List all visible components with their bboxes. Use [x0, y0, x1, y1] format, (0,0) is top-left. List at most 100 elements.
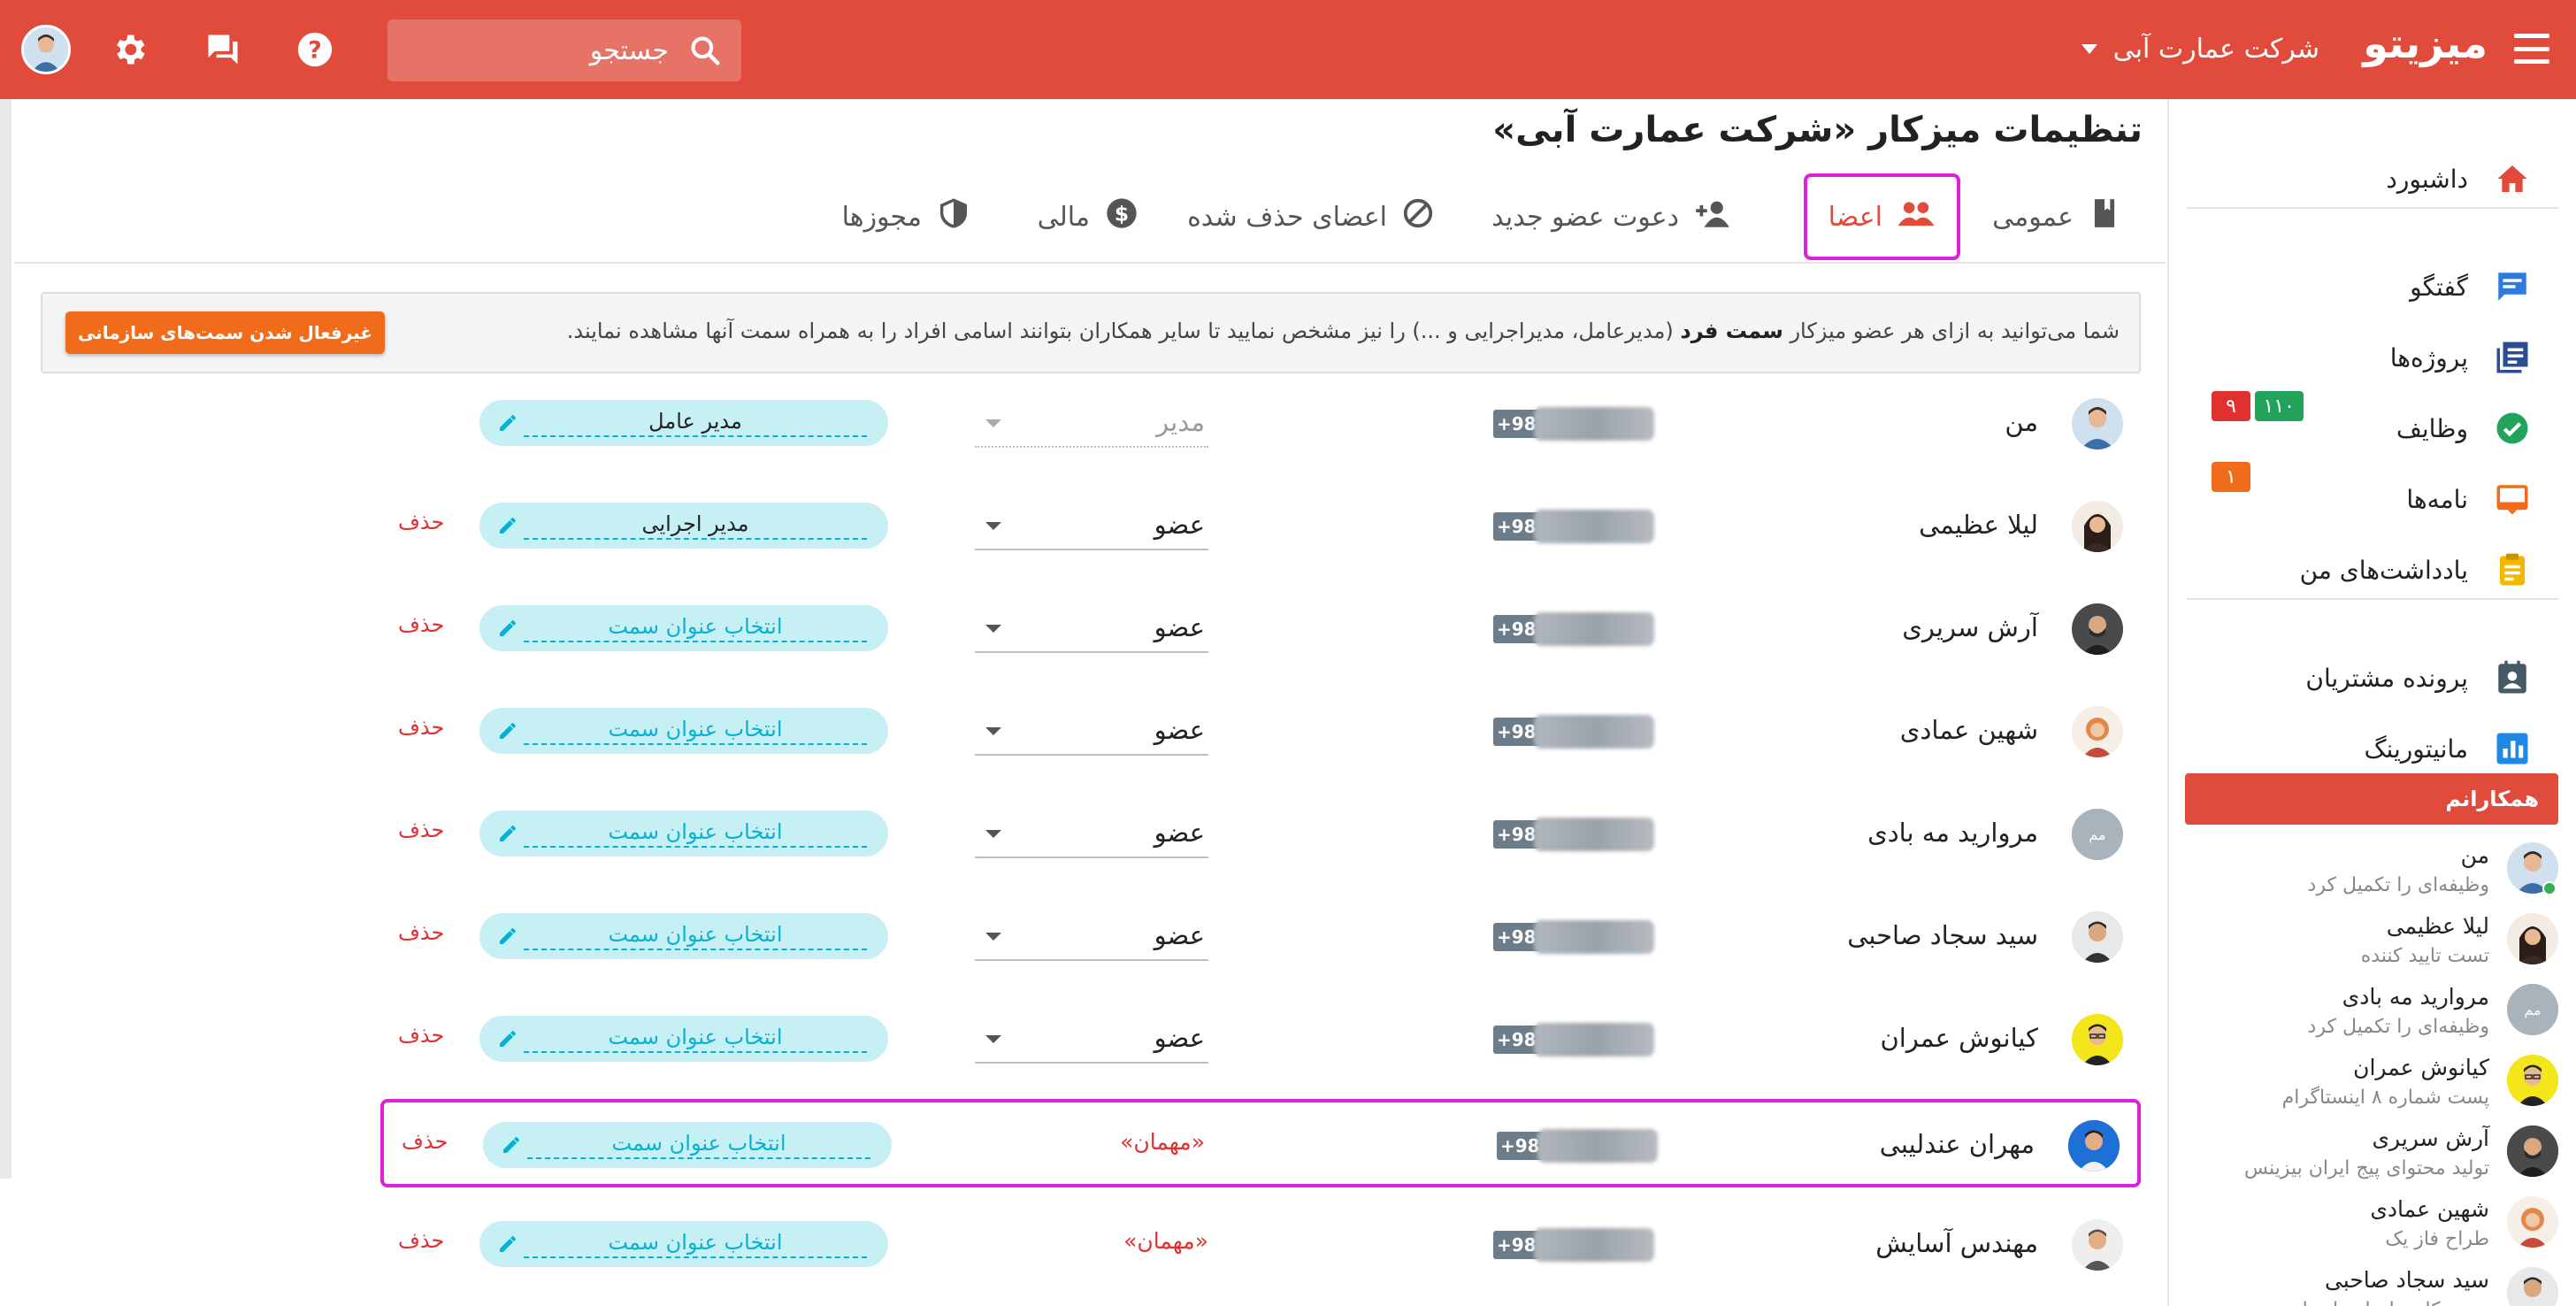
pencil-icon[interactable] — [497, 515, 518, 536]
delete-member-link[interactable]: حذف — [398, 1228, 444, 1253]
role-select[interactable]: عضو — [975, 503, 1208, 550]
member-row: شهین عمادی +98 عضو انتخاب عنوان سمت حذف — [380, 688, 2141, 777]
svg-text:?: ? — [308, 37, 322, 65]
tab-invite-member[interactable]: دعوت عضو جدید — [1470, 173, 1753, 260]
role-select[interactable]: عضو — [975, 605, 1208, 653]
position-field[interactable]: انتخاب عنوان سمت — [479, 1221, 888, 1267]
colleague-item[interactable]: شهین عمادی طراح فاز یک — [2187, 1187, 2558, 1258]
member-avatar — [2072, 1219, 2123, 1271]
pencil-icon[interactable] — [497, 412, 518, 434]
member-phone: +98 — [1493, 612, 1654, 646]
chevron-down-icon — [985, 727, 1001, 735]
info-notice: شما می‌توانید به ازای هر عضو میزکار سمت … — [41, 292, 2141, 373]
delete-member-link[interactable]: حذف — [402, 1129, 448, 1154]
member-row: مهندس آسایش +98 «مهمان» انتخاب عنوان سمت… — [380, 1202, 2141, 1290]
sidebar-item-chat[interactable]: گفتگو — [2410, 260, 2532, 313]
pencil-icon[interactable] — [497, 1028, 518, 1049]
sidebar-item-monitoring[interactable]: مانیتورینگ — [2364, 722, 2532, 775]
position-field[interactable]: مدیر عامل — [479, 400, 888, 446]
search-box[interactable] — [387, 19, 741, 81]
position-field[interactable]: مدیر اجرایی — [479, 503, 888, 549]
member-phone: +98 — [1493, 1228, 1654, 1262]
sidebar-item-projects[interactable]: پروژه‌ها — [2390, 331, 2532, 384]
colleague-item[interactable]: من وظیفه‌ای را تکمیل کرد — [2187, 834, 2558, 904]
sidebar-item-customers[interactable]: پرونده مشتریان — [2305, 651, 2532, 704]
delete-member-link[interactable]: حذف — [398, 510, 444, 534]
member-avatar — [2072, 1014, 2123, 1065]
member-name: شهین عمادی — [1899, 715, 2038, 745]
sidebar-divider — [2187, 598, 2558, 600]
pencil-icon[interactable] — [497, 823, 518, 844]
user-avatar[interactable] — [21, 25, 71, 74]
sidebar-item-notes[interactable]: یادداشت‌های من — [2300, 543, 2532, 596]
member-row: آرش سریری +98 عضو انتخاب عنوان سمت حذف — [380, 586, 2141, 674]
position-field[interactable]: انتخاب عنوان سمت — [479, 913, 888, 959]
position-field[interactable]: انتخاب عنوان سمت — [483, 1122, 892, 1168]
search-input[interactable] — [412, 28, 669, 73]
delete-member-link[interactable]: حذف — [398, 715, 444, 740]
tab-removed-members[interactable]: اعضای حذف شده — [1166, 173, 1456, 260]
colleague-item[interactable]: سید سجاد صاحبی هزینه کاری انجام داده است — [2187, 1258, 2558, 1306]
role-select[interactable]: عضو — [975, 1016, 1208, 1064]
pencil-icon[interactable] — [501, 1134, 522, 1156]
member-avatar — [2072, 911, 2123, 963]
position-field[interactable]: انتخاب عنوان سمت — [479, 1016, 888, 1062]
sidebar-item-tasks[interactable]: وظایف — [2396, 402, 2532, 455]
colleague-item[interactable]: آرش سریری تولید محتوای پیج ایران بیزینس — [2187, 1117, 2558, 1187]
company-switcher[interactable]: شرکت عمارت آبی — [2081, 27, 2319, 71]
tasks-count-badge: ۱۱۰ — [2254, 391, 2304, 421]
settings-gear-icon[interactable] — [106, 27, 152, 73]
search-icon[interactable] — [688, 34, 722, 67]
delete-member-link[interactable]: حذف — [398, 920, 444, 945]
company-name: شرکت عمارت آبی — [2112, 33, 2319, 65]
info-text: شما می‌توانید به ازای هر عضو میزکار سمت … — [566, 319, 2120, 343]
block-icon — [1401, 196, 1435, 237]
role-select: مدیر — [975, 400, 1208, 448]
settings-tabs: عمومی اعضا دعوت عضو جدید اعضای حذف شده $… — [479, 173, 2143, 262]
chevron-down-icon — [2081, 43, 2097, 54]
role-select[interactable]: عضو — [975, 708, 1208, 756]
member-name: سید سجاد صاحبی — [1847, 920, 2038, 950]
sidebar-item-letters[interactable]: نامه‌ها — [2406, 472, 2532, 526]
member-phone: +98 — [1493, 510, 1654, 543]
tab-finance[interactable]: $ مالی — [1016, 173, 1161, 260]
delete-member-link[interactable]: حذف — [398, 1023, 444, 1048]
tab-members[interactable]: اعضا — [1803, 173, 1960, 260]
chevron-down-icon — [985, 933, 1001, 941]
left-edge-strip — [0, 99, 12, 1179]
member-row: من +98 مدیر مدیر عامل — [380, 380, 2141, 469]
tab-permissions[interactable]: مجوزها — [821, 173, 993, 260]
tab-general[interactable]: عمومی — [1971, 173, 2143, 260]
position-field[interactable]: انتخاب عنوان سمت — [479, 708, 888, 754]
role-select[interactable]: عضو — [975, 913, 1208, 961]
colleagues-section-header: همکارانم — [2185, 773, 2558, 825]
position-field[interactable]: انتخاب عنوان سمت — [479, 605, 888, 651]
sidebar-item-dashboard[interactable]: داشبورد — [2386, 152, 2532, 205]
hamburger-menu-icon[interactable] — [2514, 34, 2549, 64]
colleague-item[interactable]: کیانوش عمران پست شماره ۸ اینستاگرام — [2187, 1046, 2558, 1117]
member-row: کیانوش عمران +98 عضو انتخاب عنوان سمت حذ… — [380, 996, 2141, 1085]
member-phone: +98 — [1497, 1129, 1658, 1163]
member-avatar — [2068, 1120, 2120, 1172]
pencil-icon[interactable] — [497, 926, 518, 947]
svg-text:مم: مم — [2089, 826, 2105, 843]
bar-chart-icon — [2493, 729, 2532, 768]
pencil-icon[interactable] — [497, 618, 518, 639]
role-select[interactable]: عضو — [975, 810, 1208, 858]
delete-member-link[interactable]: حذف — [398, 612, 444, 637]
home-icon — [2493, 159, 2532, 198]
member-phone: +98 — [1493, 920, 1654, 954]
messages-icon[interactable] — [200, 27, 246, 73]
colleague-item[interactable]: مم مروارید مه بادی وظیفه‌ای را تکمیل کرد — [2187, 975, 2558, 1046]
colleague-avatar — [2507, 1125, 2558, 1177]
help-icon[interactable]: ? — [292, 27, 338, 73]
inbox-icon — [2493, 480, 2532, 519]
colleague-item[interactable]: لیلا عظیمی تست تایید کننده — [2187, 904, 2558, 975]
disable-positions-button[interactable]: غیرفعال شدن سمت‌های سازمانی — [65, 311, 385, 354]
delete-member-link[interactable]: حذف — [398, 818, 444, 842]
pencil-icon[interactable] — [497, 1233, 518, 1255]
pencil-icon[interactable] — [497, 720, 518, 741]
colleague-avatar — [2507, 913, 2558, 964]
position-field[interactable]: انتخاب عنوان سمت — [479, 810, 888, 857]
online-status-dot — [2542, 881, 2557, 895]
